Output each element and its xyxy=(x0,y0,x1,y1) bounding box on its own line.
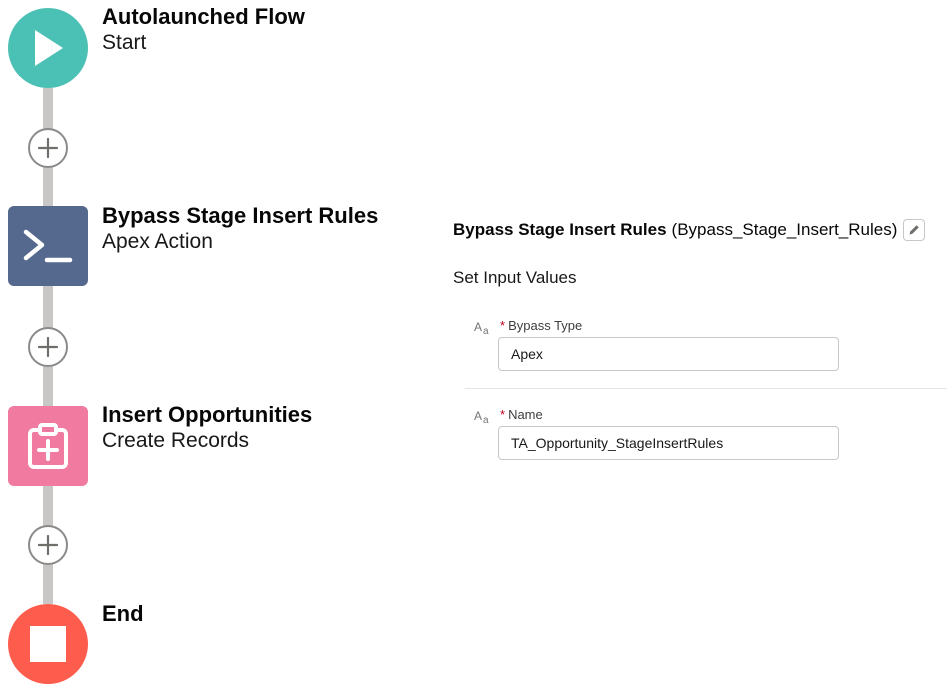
start-node-label[interactable]: Autolaunched Flow Start xyxy=(102,4,305,56)
name-input[interactable] xyxy=(498,426,839,460)
create-record-icon xyxy=(28,423,68,469)
apex-action-node-label[interactable]: Bypass Stage Insert Rules Apex Action xyxy=(102,203,378,255)
plus-icon xyxy=(37,534,59,556)
pencil-icon xyxy=(909,225,920,235)
required-marker: * xyxy=(500,318,506,333)
create-records-node-icon[interactable] xyxy=(8,406,88,486)
play-icon xyxy=(35,30,63,66)
text-type-icon: Aa xyxy=(474,409,489,426)
field-divider xyxy=(465,388,947,389)
apex-action-node-icon[interactable] xyxy=(8,206,88,286)
field-label-text: Name xyxy=(508,407,543,422)
field-label: * Bypass Type xyxy=(500,318,582,333)
node-title: Bypass Stage Insert Rules xyxy=(102,203,379,228)
text-type-icon: Aa xyxy=(474,320,489,337)
node-subtitle: Start xyxy=(102,31,147,54)
end-node-icon[interactable] xyxy=(8,604,88,684)
add-element-button[interactable] xyxy=(28,128,68,168)
element-label: Bypass Stage Insert Rules xyxy=(453,220,667,239)
edit-element-button[interactable] xyxy=(903,219,926,241)
node-title: Insert Opportunities xyxy=(102,402,313,427)
plus-icon xyxy=(37,137,59,159)
node-title: End xyxy=(102,601,144,626)
element-header: Bypass Stage Insert Rules (Bypass_Stage_… xyxy=(453,218,926,242)
start-node-icon[interactable] xyxy=(8,8,88,88)
section-title: Set Input Values xyxy=(453,268,577,287)
plus-icon xyxy=(37,336,59,358)
element-api-name: (Bypass_Stage_Insert_Rules) xyxy=(671,220,898,239)
required-marker: * xyxy=(500,407,506,422)
bypass-type-input[interactable] xyxy=(498,337,839,371)
create-records-node-label[interactable]: Insert Opportunities Create Records xyxy=(102,402,312,454)
node-title: Autolaunched Flow xyxy=(102,4,305,29)
end-node-label[interactable]: End xyxy=(102,601,144,627)
field-label: * Name xyxy=(500,407,543,422)
field-label-text: Bypass Type xyxy=(508,318,583,333)
add-element-button[interactable] xyxy=(28,525,68,565)
node-subtitle: Create Records xyxy=(102,429,250,452)
stop-icon xyxy=(30,626,66,662)
node-subtitle: Apex Action xyxy=(102,230,213,253)
apex-terminal-icon xyxy=(23,229,73,263)
add-element-button[interactable] xyxy=(28,327,68,367)
